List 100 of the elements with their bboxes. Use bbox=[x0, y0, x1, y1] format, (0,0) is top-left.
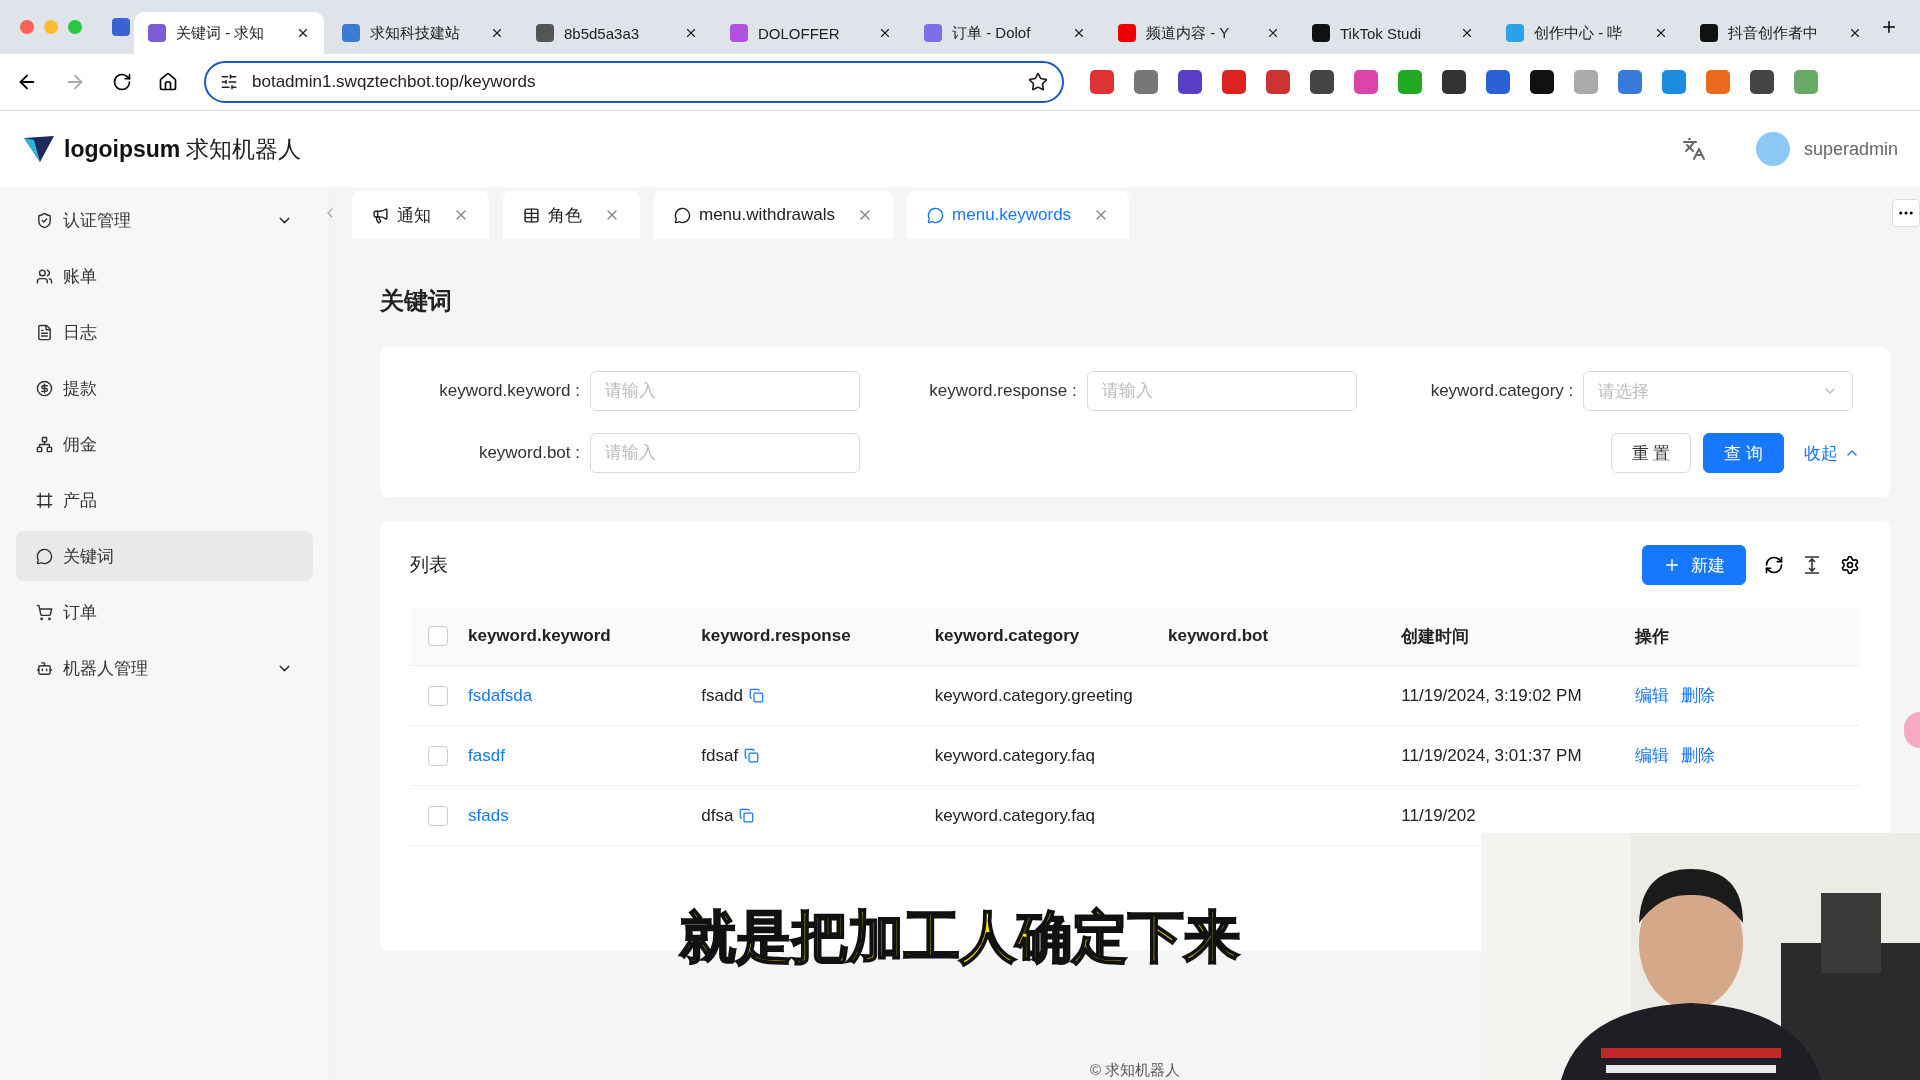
home-icon[interactable] bbox=[158, 72, 178, 92]
sidebar-icon bbox=[36, 547, 53, 565]
star-icon[interactable] bbox=[1028, 72, 1048, 92]
favicon-icon bbox=[342, 24, 360, 42]
footer-text: © 求知机器人 bbox=[1089, 1061, 1181, 1080]
action-link[interactable]: 删除 bbox=[1680, 682, 1715, 709]
extension-icon[interactable] bbox=[1530, 70, 1554, 94]
density-icon[interactable] bbox=[1802, 555, 1822, 575]
close-window-icon[interactable] bbox=[20, 20, 34, 34]
page-tab[interactable]: 通知 bbox=[352, 191, 489, 239]
table-title: 列表 bbox=[410, 553, 449, 577]
extension-icon[interactable] bbox=[1442, 70, 1466, 94]
app-name: 求知机器人 bbox=[186, 134, 302, 164]
address-bar[interactable]: botadmin1.swqztechbot.top/keywords bbox=[204, 61, 1064, 103]
keyword-link[interactable]: fasdf bbox=[468, 742, 505, 769]
sidebar-icon bbox=[36, 435, 53, 453]
table-cell-text: fsadd bbox=[701, 685, 743, 707]
extension-icon[interactable] bbox=[1178, 70, 1202, 94]
page-tab[interactable]: menu.withdrawals bbox=[654, 191, 894, 239]
reload-icon[interactable] bbox=[112, 72, 132, 92]
table-cell-text: 11/19/2024, 3:01:37 PM bbox=[1401, 745, 1582, 767]
checkbox[interactable] bbox=[428, 745, 448, 766]
keyword-link[interactable]: sfads bbox=[468, 802, 509, 829]
user-name[interactable]: superadmin bbox=[1803, 138, 1898, 160]
favicon-icon bbox=[536, 24, 554, 42]
site-settings-icon[interactable] bbox=[220, 73, 238, 91]
table-cell-text: keyword.category.greeting bbox=[934, 685, 1133, 707]
page-tab[interactable]: 角色 bbox=[503, 191, 640, 239]
new-button[interactable]: 新建 bbox=[1642, 545, 1746, 585]
column-header: 创建时间 bbox=[1393, 607, 1627, 666]
refresh-icon[interactable] bbox=[1764, 555, 1784, 575]
sidebar-item[interactable]: 提款 bbox=[16, 363, 313, 413]
close-icon[interactable] bbox=[1266, 26, 1280, 40]
sidebar-icon bbox=[36, 659, 53, 677]
tab-icon bbox=[927, 206, 945, 224]
copy-icon[interactable] bbox=[744, 748, 760, 763]
sidebar-item[interactable]: 产品 bbox=[16, 475, 313, 525]
close-icon[interactable] bbox=[1460, 26, 1474, 40]
sidebar-icon bbox=[36, 211, 53, 229]
sidebar-item[interactable]: 账单 bbox=[16, 251, 313, 301]
checkbox[interactable] bbox=[428, 626, 448, 646]
sidebar-item[interactable]: 关键词 bbox=[16, 531, 313, 581]
copy-icon[interactable] bbox=[748, 688, 764, 703]
checkbox[interactable] bbox=[428, 805, 448, 826]
browser-tab[interactable]: 频道内容 - Y bbox=[1104, 12, 1294, 54]
sidebar-icon bbox=[36, 323, 53, 341]
close-icon[interactable] bbox=[490, 26, 504, 40]
plus-icon bbox=[1663, 556, 1681, 574]
browser-tab[interactable]: TikTok Studi bbox=[1298, 12, 1488, 54]
close-icon[interactable] bbox=[296, 26, 310, 40]
browser-tab[interactable]: 关键词 - 求知 bbox=[134, 12, 324, 54]
new-tab-icon[interactable] bbox=[1880, 18, 1898, 36]
browser-tab[interactable]: 订单 - Dolof bbox=[910, 12, 1100, 54]
favicon-icon bbox=[924, 24, 942, 42]
copy-icon[interactable] bbox=[739, 808, 755, 823]
sidebar-item[interactable]: 订单 bbox=[16, 587, 313, 637]
input-field[interactable]: 请输入 bbox=[590, 371, 860, 411]
pinned-tab-icon[interactable] bbox=[112, 18, 130, 36]
more-icon[interactable] bbox=[1892, 199, 1920, 227]
sidebar-item[interactable]: 认证管理 bbox=[16, 195, 313, 245]
browser-tab[interactable]: 求知科技建站 bbox=[328, 12, 518, 54]
favicon-icon bbox=[1506, 24, 1524, 42]
action-link[interactable]: 删除 bbox=[1680, 742, 1715, 769]
browser-tab[interactable]: DOLOFFER bbox=[716, 12, 906, 54]
close-icon[interactable] bbox=[1848, 26, 1862, 40]
close-icon[interactable] bbox=[1072, 26, 1086, 40]
action-link[interactable]: 编辑 bbox=[1634, 682, 1669, 709]
tab-icon bbox=[523, 206, 540, 224]
settings-icon[interactable] bbox=[1840, 555, 1860, 575]
keyword-link[interactable]: fsdafsda bbox=[468, 682, 533, 709]
action-link[interactable]: 编辑 bbox=[1634, 742, 1669, 769]
browser-tab[interactable]: 8b5d5a3a3 bbox=[522, 12, 712, 54]
input-field[interactable]: 请输入 bbox=[1086, 371, 1357, 411]
favicon-icon bbox=[730, 24, 748, 42]
browser-tab[interactable]: 创作中心 - 哔 bbox=[1492, 12, 1682, 54]
column-header: 操作 bbox=[1626, 607, 1860, 666]
checkbox[interactable] bbox=[428, 685, 448, 706]
page-tab[interactable]: menu.keywords bbox=[907, 191, 1130, 239]
close-icon[interactable] bbox=[1654, 26, 1668, 40]
logo-icon bbox=[22, 134, 56, 164]
input-field[interactable]: 请输入 bbox=[590, 433, 860, 473]
sidebar-icon bbox=[36, 379, 53, 397]
search-button[interactable]: 查 询 bbox=[1703, 433, 1784, 473]
extension-icon[interactable] bbox=[1310, 70, 1334, 94]
sidebar-item[interactable]: 佣金 bbox=[16, 419, 313, 469]
close-icon[interactable] bbox=[878, 26, 892, 40]
sidebar-icon bbox=[36, 603, 53, 621]
translate-icon[interactable] bbox=[1681, 137, 1706, 161]
collapse-link[interactable]: 收起 bbox=[1804, 441, 1860, 465]
favicon-icon bbox=[148, 24, 166, 42]
extension-icon[interactable] bbox=[1750, 70, 1774, 94]
sidebar-item[interactable]: 机器人管理 bbox=[16, 643, 313, 693]
reset-button[interactable]: 重 置 bbox=[1610, 433, 1692, 473]
column-header: keyword.category bbox=[926, 607, 1160, 666]
sidebar-item[interactable]: 日志 bbox=[16, 307, 313, 357]
table-cell-text: dfsa bbox=[701, 805, 734, 827]
close-icon[interactable] bbox=[684, 26, 698, 40]
browser-tab[interactable]: 抖音创作者中 bbox=[1686, 12, 1876, 54]
column-header: keyword.keyword bbox=[460, 607, 694, 666]
column-header: keyword.response bbox=[693, 607, 927, 666]
